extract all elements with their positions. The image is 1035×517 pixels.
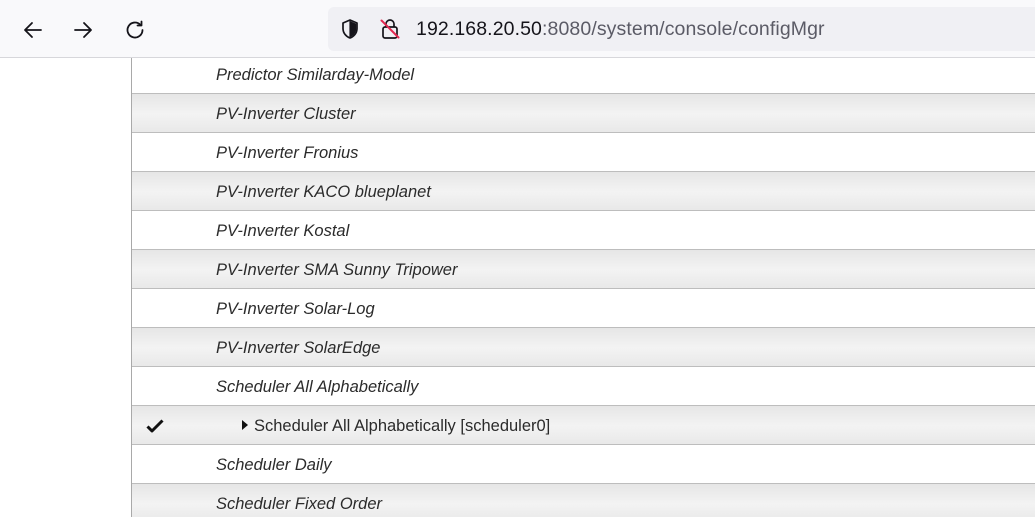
config-factory-row[interactable]: PV-Inverter Fronius: [132, 133, 1035, 172]
config-manager-content: Predictor Similarday-Model PV-Inverter Cl…: [0, 58, 1035, 517]
row-label[interactable]: Predictor Similarday-Model: [216, 65, 414, 85]
reload-icon: [126, 20, 144, 39]
config-factory-row[interactable]: Scheduler Daily: [132, 445, 1035, 484]
row-label[interactable]: PV-Inverter Fronius: [216, 143, 358, 163]
config-factory-row[interactable]: Scheduler All Alphabetically: [132, 367, 1035, 406]
config-factory-row[interactable]: PV-Inverter SolarEdge: [132, 328, 1035, 367]
check-icon: [146, 419, 164, 433]
expand-triangle-icon[interactable]: [241, 419, 249, 431]
row-label[interactable]: Scheduler Fixed Order: [216, 494, 382, 514]
url-text[interactable]: 192.168.20.50:8080/system/console/config…: [416, 18, 825, 40]
url-bar[interactable]: 192.168.20.50:8080/system/console/config…: [328, 7, 1035, 51]
config-instance-row[interactable]: Scheduler All Alphabetically [scheduler0…: [132, 406, 1035, 445]
shield-icon[interactable]: [338, 17, 362, 41]
row-label[interactable]: Scheduler All Alphabetically [scheduler0…: [254, 416, 550, 436]
browser-toolbar: 192.168.20.50:8080/system/console/config…: [0, 0, 1035, 58]
row-label[interactable]: PV-Inverter SMA Sunny Tripower: [216, 260, 457, 280]
back-button[interactable]: [16, 13, 50, 47]
url-path: :8080/system/console/configMgr: [542, 18, 825, 40]
row-label[interactable]: Scheduler Daily: [216, 455, 332, 475]
row-label[interactable]: Scheduler All Alphabetically: [216, 377, 418, 397]
arrow-right-icon: [74, 22, 92, 38]
url-host: 192.168.20.50: [416, 18, 543, 40]
config-factory-row[interactable]: Scheduler Fixed Order: [132, 484, 1035, 517]
row-label[interactable]: PV-Inverter Cluster: [216, 104, 356, 124]
insecure-lock-icon[interactable]: [378, 17, 402, 41]
row-label[interactable]: PV-Inverter KACO blueplanet: [216, 182, 431, 202]
row-label[interactable]: PV-Inverter SolarEdge: [216, 338, 380, 358]
forward-button[interactable]: [66, 13, 100, 47]
config-factory-row[interactable]: PV-Inverter SMA Sunny Tripower: [132, 250, 1035, 289]
config-factory-row[interactable]: PV-Inverter Kostal: [132, 211, 1035, 250]
row-label[interactable]: PV-Inverter Kostal: [216, 221, 349, 241]
config-factory-row[interactable]: PV-Inverter Solar-Log: [132, 289, 1035, 328]
config-factory-row[interactable]: Predictor Similarday-Model: [132, 58, 1035, 94]
configuration-list: Predictor Similarday-Model PV-Inverter Cl…: [132, 58, 1035, 517]
reload-button[interactable]: [118, 13, 152, 47]
config-factory-row[interactable]: PV-Inverter KACO blueplanet: [132, 172, 1035, 211]
config-factory-row[interactable]: PV-Inverter Cluster: [132, 94, 1035, 133]
arrow-left-icon: [24, 22, 42, 38]
row-label[interactable]: PV-Inverter Solar-Log: [216, 299, 375, 319]
